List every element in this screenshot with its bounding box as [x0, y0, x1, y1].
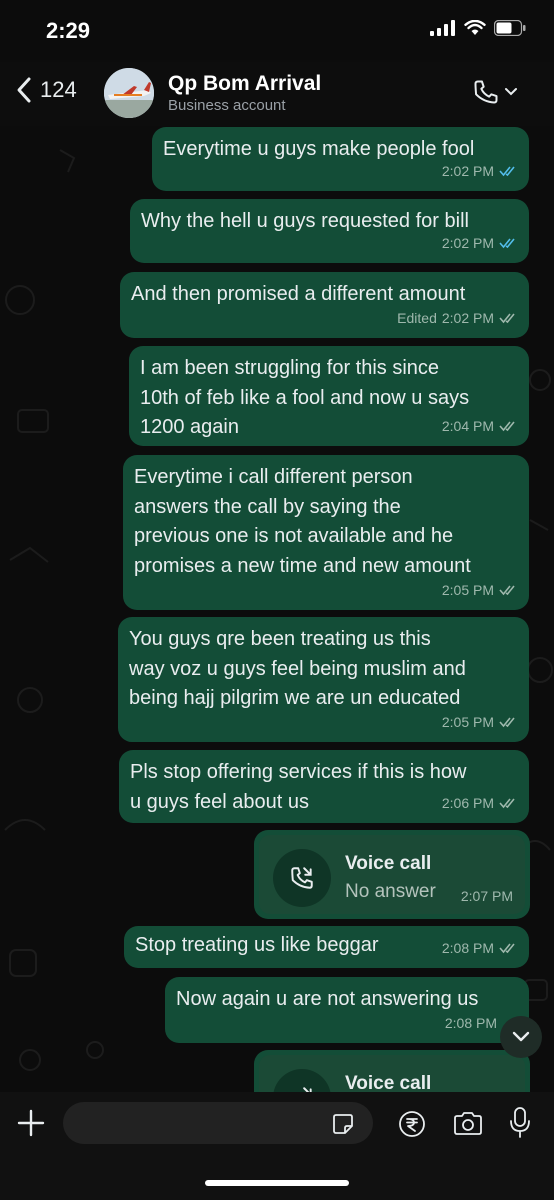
avatar[interactable] [104, 68, 154, 118]
delivered-ticks-icon [499, 797, 519, 809]
camera-button[interactable] [452, 1111, 484, 1142]
message-meta: 2:08 PM [442, 934, 519, 964]
voice-call-bubble[interactable]: Voice call No answer 2:07 PM [254, 830, 530, 919]
message-time: 2:02 PM [441, 162, 494, 179]
message-time: 2:08 PM [444, 1014, 497, 1031]
message-meta: 2:04 PM [442, 412, 519, 442]
message-bubble[interactable]: And then promised a different amount Edi… [120, 272, 529, 338]
chat-header: 124 Qp Bom Arrival Business account [0, 62, 554, 126]
status-icons [430, 20, 526, 36]
voice-message-button[interactable] [508, 1106, 532, 1145]
message-meta: 2:08 PM [445, 1009, 497, 1039]
sticker-button[interactable] [331, 1112, 355, 1141]
message-text: Everytime i call different person answer… [134, 466, 471, 577]
cellular-signal-icon [430, 20, 455, 36]
delivered-ticks-icon [499, 942, 519, 954]
unread-count: 124 [40, 77, 77, 102]
message-bubble[interactable]: Now again u are not answering us 2:08 PM [165, 977, 529, 1043]
attach-button[interactable] [16, 1108, 46, 1143]
message-time: 2:02 PM [441, 309, 494, 326]
call-title: Voice call [345, 853, 432, 874]
message-time: 2:02 PM [441, 234, 494, 251]
message-time: 2:05 PM [441, 581, 494, 598]
payment-button[interactable] [398, 1110, 426, 1143]
call-title: Voice call [345, 1073, 432, 1092]
chevron-down-icon [505, 88, 517, 96]
voice-call-button[interactable] [472, 78, 518, 106]
rupee-icon [399, 1111, 425, 1137]
phone-icon [474, 80, 498, 104]
message-text: You guys qre been treating us this way v… [129, 628, 466, 709]
delivered-ticks-icon [499, 312, 519, 324]
message-input[interactable] [63, 1102, 373, 1144]
message-meta: 2:06 PM [442, 789, 519, 819]
microphone-icon [510, 1107, 530, 1138]
voice-call-card: Voice call No answer 2:07 PM [259, 835, 525, 914]
call-status: No answer [345, 881, 436, 902]
call-time: 2:07 PM [460, 888, 513, 904]
contact-name[interactable]: Qp Bom Arrival [168, 72, 321, 96]
missed-call-icon [303, 1087, 312, 1092]
message-meta: Edited 2:02 PM [397, 304, 519, 334]
message-bubble[interactable]: Pls stop offering services if this is ho… [119, 750, 529, 823]
message-meta: 2:02 PM [442, 157, 519, 187]
message-bubble[interactable]: Everytime u guys make people fool 2:02 P… [152, 127, 529, 191]
message-time: 2:05 PM [441, 713, 494, 730]
delivered-ticks-icon [499, 716, 519, 728]
call-icon-circle [273, 1069, 331, 1092]
camera-icon [454, 1112, 482, 1135]
airplane-avatar-image [104, 68, 154, 118]
chevron-down-icon [512, 1031, 530, 1042]
call-icon-circle [273, 849, 331, 907]
message-bubble[interactable]: I am been struggling for this since 10th… [129, 346, 529, 446]
delivered-ticks-icon [499, 420, 519, 432]
battery-icon [494, 20, 526, 36]
read-ticks-icon [499, 237, 519, 249]
read-ticks-icon [499, 165, 519, 177]
chevron-left-icon [17, 77, 31, 103]
status-bar: 2:29 [0, 0, 554, 62]
delivered-ticks-icon [499, 584, 519, 596]
missed-call-icon [291, 867, 313, 889]
message-meta: 2:02 PM [442, 229, 519, 259]
message-bubble[interactable]: You guys qre been treating us this way v… [118, 617, 529, 742]
status-time: 2:29 [46, 18, 91, 43]
voice-call-bubble[interactable]: Voice call [254, 1050, 530, 1092]
back-button[interactable]: 124 [16, 76, 77, 104]
voice-call-card: Voice call [259, 1055, 525, 1092]
message-bubble[interactable]: Everytime i call different person answer… [123, 455, 529, 610]
message-bubble[interactable]: Stop treating us like beggar 2:08 PM [124, 926, 529, 968]
scroll-to-bottom-button[interactable] [500, 1016, 542, 1058]
message-meta: 2:05 PM [442, 576, 519, 606]
wifi-icon [464, 20, 486, 35]
message-bubble[interactable]: Why the hell u guys requested for bill 2… [130, 199, 529, 263]
plus-icon [17, 1109, 45, 1137]
sticker-icon [333, 1114, 353, 1134]
message-time: 2:08 PM [441, 939, 494, 956]
home-indicator [205, 1180, 349, 1186]
message-time: 2:06 PM [441, 794, 494, 811]
edited-label: Edited [397, 309, 437, 326]
message-meta: 2:05 PM [442, 708, 519, 738]
contact-subtitle: Business account [168, 97, 286, 114]
message-time: 2:04 PM [441, 417, 494, 434]
